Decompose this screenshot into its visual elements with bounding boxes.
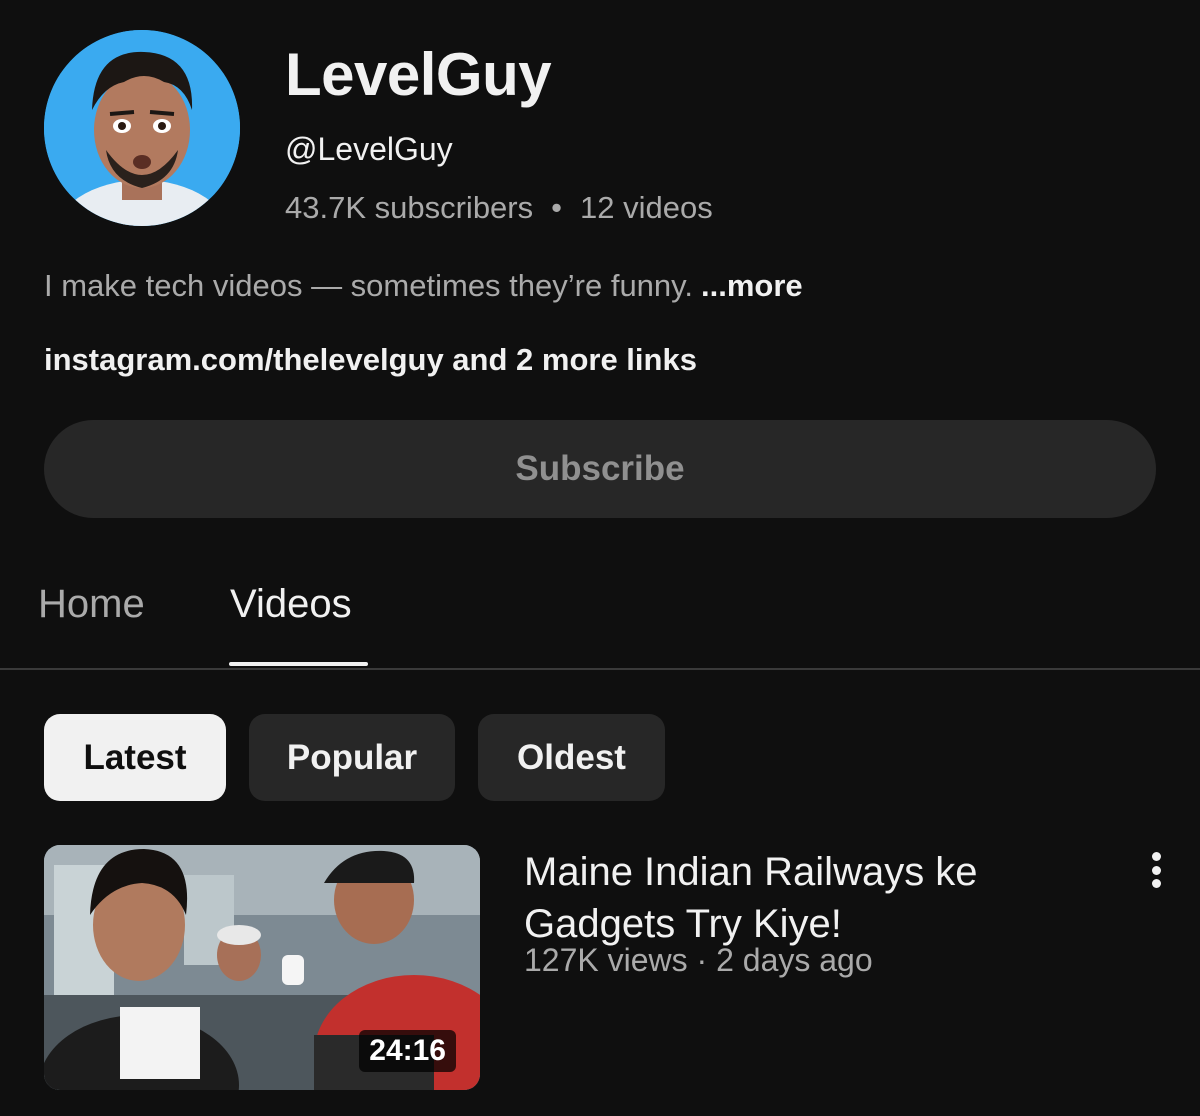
video-age: 2 days ago — [716, 942, 873, 978]
description-more-link[interactable]: ...more — [701, 268, 803, 303]
tab-videos[interactable]: Videos — [230, 582, 352, 627]
video-views: 127K views — [524, 942, 688, 978]
video-title[interactable]: Maine Indian Railways ke Gadgets Try Kiy… — [524, 846, 1084, 950]
tabs-divider — [0, 668, 1200, 670]
subscribe-button[interactable]: Subscribe — [44, 420, 1156, 518]
avatar-image — [44, 30, 240, 226]
meta-separator: · — [696, 942, 708, 978]
kebab-dot — [1151, 865, 1161, 875]
video-count: 12 videos — [579, 190, 713, 225]
channel-handle: @LevelGuy — [285, 131, 453, 167]
channel-links[interactable]: instagram.com/thelevelguy and 2 more lin… — [44, 342, 697, 378]
channel-stats: 43.7K subscribers • 12 videos — [285, 190, 713, 226]
chip-popular[interactable]: Popular — [249, 714, 455, 801]
tab-home[interactable]: Home — [38, 582, 145, 627]
channel-page: LevelGuy @LevelGuy 43.7K subscribers • 1… — [0, 0, 1200, 1116]
chip-latest[interactable]: Latest — [44, 714, 226, 801]
video-thumbnail[interactable]: 24:16 — [44, 845, 480, 1090]
kebab-dot — [1151, 879, 1161, 888]
more-vertical-icon[interactable] — [1140, 848, 1172, 892]
channel-name: LevelGuy — [285, 41, 552, 108]
subscriber-count: 43.7K subscribers — [285, 190, 534, 225]
chip-oldest[interactable]: Oldest — [478, 714, 665, 801]
video-duration: 24:16 — [359, 1030, 456, 1072]
channel-tabs: Home Videos — [0, 560, 1200, 670]
kebab-dot — [1151, 852, 1161, 861]
channel-avatar[interactable] — [44, 30, 240, 226]
active-tab-indicator — [229, 662, 368, 666]
channel-description[interactable]: I make tech videos — sometimes they’re f… — [44, 268, 803, 304]
description-text: I make tech videos — sometimes they’re f… — [44, 268, 693, 303]
video-meta: 127K views · 2 days ago — [524, 942, 873, 979]
stats-separator: • — [551, 190, 562, 225]
